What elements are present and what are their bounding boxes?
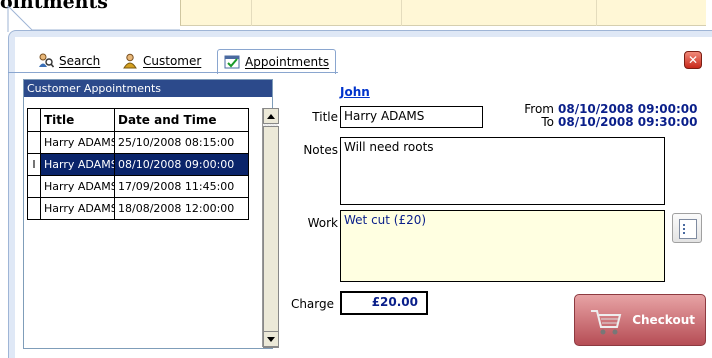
row-datetime: 25/10/2008 08:15:00 bbox=[115, 132, 249, 154]
grid-scrollbar[interactable] bbox=[262, 108, 279, 348]
top-strip: ointments bbox=[0, 0, 712, 32]
row-datetime: 18/08/2008 12:00:00 bbox=[115, 198, 249, 220]
row-title: Harry ADAMS bbox=[41, 132, 115, 154]
checkout-button[interactable]: Checkout bbox=[574, 294, 706, 346]
scroll-up-button[interactable] bbox=[263, 108, 279, 124]
table-row-selected[interactable]: I Harry ADAMS 08/10/2008 09:00:00 bbox=[27, 154, 249, 176]
tab-divider bbox=[8, 72, 338, 73]
callout-pointer bbox=[7, 4, 180, 32]
appointments-icon bbox=[224, 54, 240, 70]
table-row[interactable]: Harry ADAMS 25/10/2008 08:15:00 bbox=[27, 132, 249, 154]
row-datetime: 08/10/2008 09:00:00 bbox=[115, 154, 249, 176]
work-field[interactable]: Wet cut (£20) bbox=[340, 210, 665, 282]
panel-header: Customer Appointments bbox=[24, 80, 272, 97]
scroll-down-button[interactable] bbox=[263, 331, 279, 347]
column-header-title[interactable]: Title bbox=[41, 108, 115, 132]
charge-label: Charge bbox=[290, 297, 334, 311]
tab-customer-label: Customer bbox=[143, 54, 202, 68]
customer-icon bbox=[122, 53, 138, 69]
row-title: Harry ADAMS bbox=[41, 176, 115, 198]
close-icon: ✕ bbox=[687, 53, 699, 67]
grid-header: Title Date and Time bbox=[27, 108, 249, 132]
from-datetime: 08/10/2008 09:00:00 bbox=[558, 102, 698, 116]
row-marker bbox=[27, 132, 41, 154]
row-marker: I bbox=[27, 154, 41, 176]
tab-search-label: Search bbox=[59, 54, 101, 68]
search-users-icon bbox=[38, 53, 55, 69]
notes-label: Notes bbox=[303, 143, 338, 157]
list-icon bbox=[679, 219, 697, 239]
to-label: To bbox=[541, 115, 554, 129]
row-header-corner bbox=[27, 108, 41, 132]
cart-icon bbox=[589, 305, 623, 342]
row-marker bbox=[27, 176, 41, 198]
appointments-panel: Customer Appointments Title Date and Tim… bbox=[23, 79, 279, 349]
column-header-datetime[interactable]: Date and Time bbox=[115, 108, 249, 132]
row-title: Harry ADAMS bbox=[41, 198, 115, 220]
tab-appointments-label: Appointments bbox=[245, 55, 330, 69]
row-datetime: 17/09/2008 11:45:00 bbox=[115, 176, 249, 198]
tab-appointments[interactable]: Appointments bbox=[217, 49, 337, 74]
tab-customer[interactable]: Customer bbox=[116, 49, 207, 73]
title-label: Title bbox=[312, 110, 338, 124]
arrow-down-icon bbox=[267, 336, 275, 342]
table-row[interactable]: Harry ADAMS 18/08/2008 12:00:00 bbox=[27, 198, 249, 220]
row-marker bbox=[27, 198, 41, 220]
to-datetime: 08/10/2008 09:30:00 bbox=[558, 115, 698, 129]
charge-field[interactable]: £20.00 bbox=[340, 291, 428, 315]
work-list-button[interactable] bbox=[672, 213, 702, 243]
notes-field[interactable]: Will need roots bbox=[340, 137, 665, 205]
title-field[interactable]: Harry ADAMS bbox=[340, 106, 483, 128]
work-label: Work bbox=[307, 216, 338, 230]
tab-search[interactable]: Search bbox=[32, 49, 106, 73]
row-title: Harry ADAMS bbox=[41, 154, 115, 176]
scroll-thumb[interactable] bbox=[263, 126, 279, 348]
close-button[interactable]: ✕ bbox=[684, 51, 702, 69]
customer-name-link[interactable]: John bbox=[340, 85, 370, 99]
table-row[interactable]: Harry ADAMS 17/09/2008 11:45:00 bbox=[27, 176, 249, 198]
arrow-up-icon bbox=[267, 113, 275, 119]
checkout-label: Checkout bbox=[632, 313, 695, 327]
from-label: From bbox=[524, 102, 554, 116]
